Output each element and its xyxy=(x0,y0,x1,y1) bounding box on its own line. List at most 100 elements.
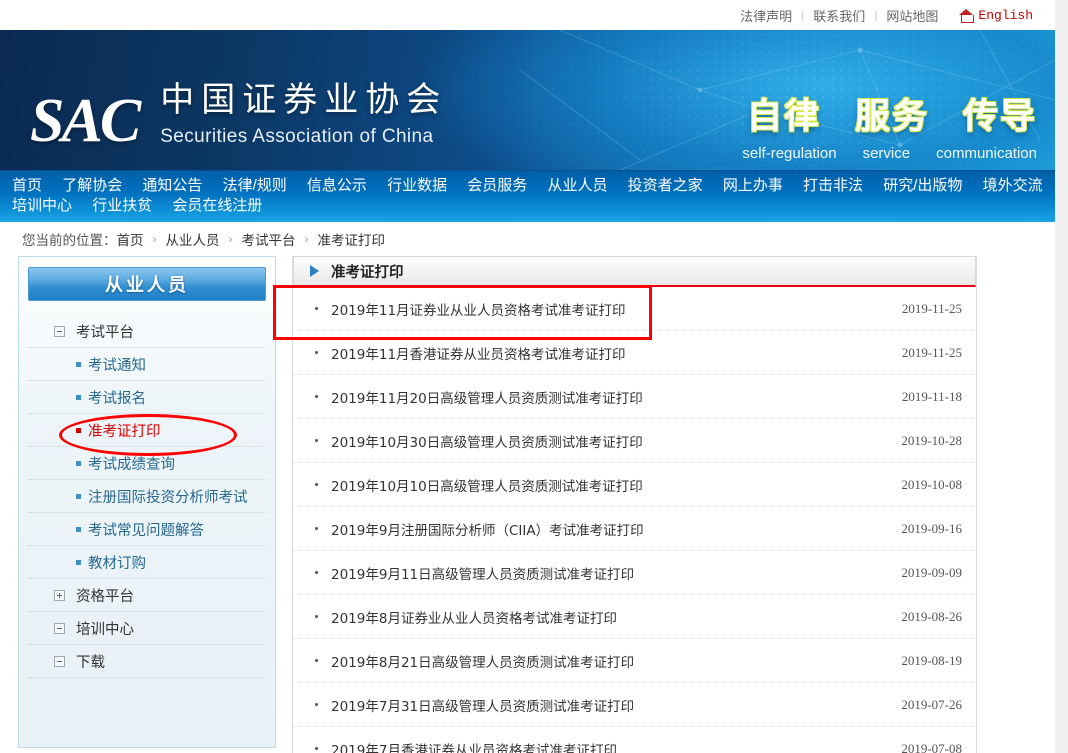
english-switch[interactable]: English xyxy=(947,8,1033,23)
list-item-title[interactable]: 2019年9月注册国际分析师（CIIA）考试准考证打印 xyxy=(331,519,901,539)
topbar-link-legal[interactable]: 法律声明 xyxy=(731,6,801,25)
sidebar-item-label[interactable]: 资格平台 xyxy=(76,585,134,606)
sidebar-item-label[interactable]: 培训中心 xyxy=(76,618,134,639)
list-item[interactable]: 2019年11月香港证券从业员资格考试准考证打印 2019-11-25 xyxy=(293,331,976,375)
sidebar-item-label[interactable]: 考试成绩查询 xyxy=(88,453,175,474)
site-logo[interactable]: SAC 中国证券业协会 Securities Association of Ch… xyxy=(30,72,447,152)
breadcrumb-item-home[interactable]: 首页 xyxy=(117,229,144,249)
list-item-title[interactable]: 2019年8月证券业从业人员资格考试准考证打印 xyxy=(331,607,901,627)
minus-icon[interactable] xyxy=(54,623,65,634)
slogan-en-3: communication xyxy=(936,145,1037,162)
sidebar-item-qualification-platform[interactable]: 资格平台 xyxy=(28,579,266,612)
plus-icon[interactable] xyxy=(54,590,65,601)
list-item[interactable]: 2019年8月21日高级管理人员资质测试准考证打印 2019-08-19 xyxy=(293,639,976,683)
nav-item-laws[interactable]: 法律/规则 xyxy=(215,177,295,194)
nav-item-about[interactable]: 了解协会 xyxy=(54,177,130,194)
breadcrumb-arrow-icon: › xyxy=(296,232,318,246)
sidebar-item-label[interactable]: 考试通知 xyxy=(88,354,146,375)
topbar-link-contact[interactable]: 联系我们 xyxy=(804,6,874,25)
list-item[interactable]: 2019年9月注册国际分析师（CIIA）考试准考证打印 2019-09-16 xyxy=(293,507,976,551)
list-item-date: 2019-11-25 xyxy=(902,345,962,361)
main-navigation-items: 首页 了解协会 通知公告 法律/规则 信息公示 行业数据 会员服务 从业人员 投… xyxy=(0,176,1055,216)
slogan-en-1: self-regulation xyxy=(742,145,836,162)
slogans-cn: 自律 服务 传导 xyxy=(742,88,1037,139)
nav-item-research[interactable]: 研究/出版物 xyxy=(875,177,970,194)
list-item-title[interactable]: 2019年11月香港证券从业员资格考试准考证打印 xyxy=(331,343,902,363)
nav-item-member-register[interactable]: 会员在线注册 xyxy=(164,197,270,214)
nav-item-poverty-relief[interactable]: 行业扶贫 xyxy=(84,197,160,214)
nav-item-disclosure[interactable]: 信息公示 xyxy=(299,177,375,194)
sidebar-item-label[interactable]: 准考证打印 xyxy=(88,420,161,441)
list-item-date: 2019-07-26 xyxy=(901,697,962,713)
list-item-date: 2019-08-26 xyxy=(901,609,962,625)
sidebar-item-admission-ticket-print[interactable]: 准考证打印 xyxy=(28,414,266,447)
slogan-cn-1: 自律 xyxy=(747,88,821,139)
list-item[interactable]: 2019年7月香港证券从业员资格考试准考证打印 2019-07-08 xyxy=(293,727,976,753)
house-icon xyxy=(959,9,974,22)
square-bullet-icon xyxy=(76,494,81,499)
nav-item-overseas[interactable]: 境外交流 xyxy=(975,177,1051,194)
sidebar-item-training-center[interactable]: 培训中心 xyxy=(28,612,266,645)
breadcrumb-item-admission-ticket[interactable]: 准考证打印 xyxy=(318,229,386,249)
content-header: 准考证打印 xyxy=(293,256,976,287)
list-item-title[interactable]: 2019年11月证券业从业人员资格考试准考证打印 xyxy=(331,299,902,319)
square-bullet-icon xyxy=(76,428,81,433)
sidebar-item-label[interactable]: 考试常见问题解答 xyxy=(88,519,204,540)
sidebar-item-label[interactable]: 考试平台 xyxy=(76,321,134,342)
sidebar-item-label[interactable]: 注册国际投资分析师考试 xyxy=(88,486,248,507)
bullet-icon xyxy=(315,747,318,750)
nav-item-practitioners[interactable]: 从业人员 xyxy=(539,177,615,194)
nav-item-member-services[interactable]: 会员服务 xyxy=(459,177,535,194)
nav-item-notices[interactable]: 通知公告 xyxy=(134,177,210,194)
nav-item-investor-home[interactable]: 投资者之家 xyxy=(620,177,711,194)
sidebar-item-exam-notice[interactable]: 考试通知 xyxy=(28,348,266,381)
list-item[interactable]: 2019年9月11日高级管理人员资质测试准考证打印 2019-09-09 xyxy=(293,551,976,595)
square-bullet-icon xyxy=(76,461,81,466)
breadcrumb: 您当前的位置： 首页 › 从业人员 › 考试平台 › 准考证打印 xyxy=(0,222,1055,256)
breadcrumb-item-practitioners[interactable]: 从业人员 xyxy=(166,229,220,249)
list-item-title[interactable]: 2019年7月香港证券从业员资格考试准考证打印 xyxy=(331,739,901,753)
sidebar-item-exam-faq[interactable]: 考试常见问题解答 xyxy=(28,513,266,546)
list-item-title[interactable]: 2019年7月31日高级管理人员资质测试准考证打印 xyxy=(331,695,901,715)
sidebar-item-textbook-order[interactable]: 教材订购 xyxy=(28,546,266,579)
sidebar-item-label[interactable]: 教材订购 xyxy=(88,552,146,573)
list-item[interactable]: 2019年11月20日高级管理人员资质测试准考证打印 2019-11-18 xyxy=(293,375,976,419)
sidebar-item-ciia-exam[interactable]: 注册国际投资分析师考试 xyxy=(28,480,266,513)
minus-icon[interactable] xyxy=(54,326,65,337)
list-item-title[interactable]: 2019年10月30日高级管理人员资质测试准考证打印 xyxy=(331,431,901,451)
minus-icon[interactable] xyxy=(54,656,65,667)
nav-item-online-service[interactable]: 网上办事 xyxy=(715,177,791,194)
list-item-title[interactable]: 2019年10月10日高级管理人员资质测试准考证打印 xyxy=(331,475,901,495)
nav-item-training[interactable]: 培训中心 xyxy=(4,197,80,214)
square-bullet-icon xyxy=(76,362,81,367)
nav-item-industry-data[interactable]: 行业数据 xyxy=(379,177,455,194)
breadcrumb-arrow-icon: › xyxy=(220,232,242,246)
nav-item-anti-illegal[interactable]: 打击非法 xyxy=(795,177,871,194)
list-item-title[interactable]: 2019年9月11日高级管理人员资质测试准考证打印 xyxy=(331,563,901,583)
list-item[interactable]: 2019年10月10日高级管理人员资质测试准考证打印 2019-10-08 xyxy=(293,463,976,507)
organization-names: 中国证券业协会 Securities Association of China xyxy=(160,72,447,152)
sidebar-item-downloads[interactable]: 下载 xyxy=(28,645,266,678)
english-link[interactable]: English xyxy=(978,8,1033,23)
list-item[interactable]: 2019年7月31日高级管理人员资质测试准考证打印 2019-07-26 xyxy=(293,683,976,727)
slogan-cn-3: 传导 xyxy=(963,88,1037,139)
list-item[interactable]: 2019年11月证券业从业人员资格考试准考证打印 2019-11-25 xyxy=(293,287,976,331)
list-item-title[interactable]: 2019年11月20日高级管理人员资质测试准考证打印 xyxy=(331,387,902,407)
sidebar-item-exam-platform[interactable]: 考试平台 xyxy=(28,315,266,348)
list-item-title[interactable]: 2019年8月21日高级管理人员资质测试准考证打印 xyxy=(331,651,901,671)
topbar-link-sitemap[interactable]: 网站地图 xyxy=(877,6,947,25)
list-item[interactable]: 2019年8月证券业从业人员资格考试准考证打印 2019-08-26 xyxy=(293,595,976,639)
list-item[interactable]: 2019年10月30日高级管理人员资质测试准考证打印 2019-10-28 xyxy=(293,419,976,463)
square-bullet-icon xyxy=(76,527,81,532)
triangle-right-icon xyxy=(310,265,319,277)
sidebar-item-label[interactable]: 考试报名 xyxy=(88,387,146,408)
list-item-date: 2019-08-19 xyxy=(901,653,962,669)
org-name-cn: 中国证券业协会 xyxy=(160,72,447,121)
sidebar-item-exam-registration[interactable]: 考试报名 xyxy=(28,381,266,414)
sidebar: 从业人员 考试平台 考试通知 考试报名 准考证打印 xyxy=(18,256,276,748)
sidebar-item-exam-results[interactable]: 考试成绩查询 xyxy=(28,447,266,480)
sidebar-item-label[interactable]: 下载 xyxy=(76,651,105,672)
breadcrumb-item-exam-platform[interactable]: 考试平台 xyxy=(242,229,296,249)
nav-item-home[interactable]: 首页 xyxy=(4,177,50,194)
breadcrumb-label: 您当前的位置： xyxy=(22,229,117,249)
